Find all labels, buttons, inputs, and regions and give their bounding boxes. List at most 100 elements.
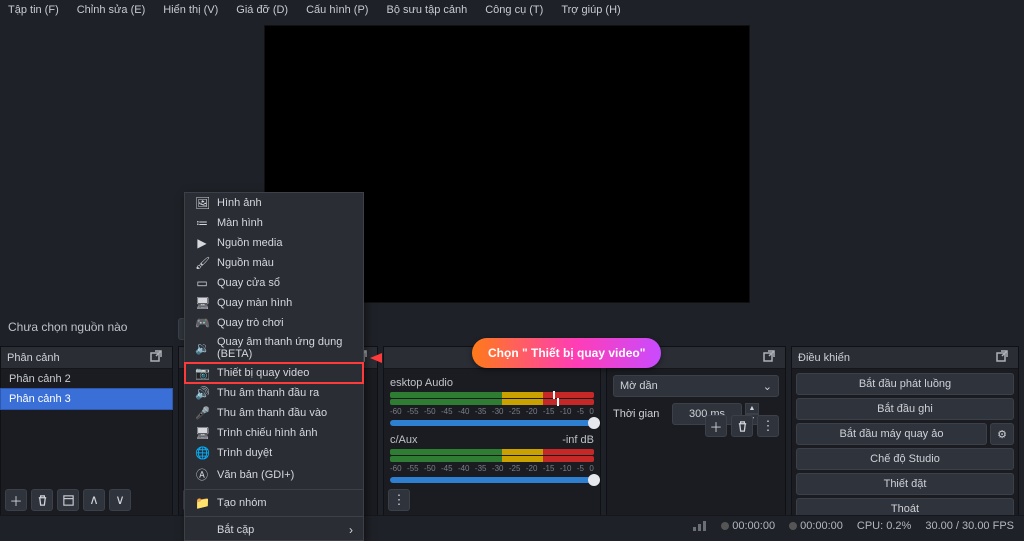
start-recording-button[interactable]: Bắt đầu ghi (796, 398, 1014, 420)
desktop-meter-ticks: -60-55-50-45-40-35-30-25-20-15-10-50 (390, 407, 594, 416)
list-icon: ≔ (195, 216, 209, 230)
scene-filters-button[interactable] (57, 489, 79, 511)
cm-image-slideshow[interactable]: 🖥Trình chiếu hình ảnh (185, 423, 363, 443)
controls-dock: Điều khiển Bắt đầu phát luồng Bắt đầu gh… (791, 346, 1019, 516)
menubar: Tập tin (F) Chỉnh sửa (E) Hiển thị (V) G… (0, 0, 1024, 20)
gear-icon (997, 428, 1007, 441)
mic-aux-meter (390, 456, 594, 462)
menu-docks[interactable]: Giá đỡ (D) (236, 4, 288, 16)
cm-image[interactable]: 🖼Hình ảnh (185, 193, 363, 213)
folder-icon: 📁 (195, 496, 209, 510)
scenes-title: Phân cảnh (7, 352, 60, 364)
fps-display: 30.00 / 30.00 FPS (925, 520, 1014, 532)
controls-header: Điều khiển (792, 347, 1018, 369)
mic-aux-db: -inf dB (562, 434, 594, 446)
scenes-header: Phân cảnh (1, 347, 172, 369)
cm-game-capture[interactable]: 🎮Quay trò chơi (185, 313, 363, 333)
scene-item[interactable]: Phân cảnh 3 (1, 389, 172, 409)
cm-video-capture-device[interactable]: 📷Thiết bị quay video (185, 363, 363, 383)
annotation-arrow (370, 350, 470, 360)
stream-status: 00:00:00 (721, 520, 775, 532)
popout-icon[interactable] (996, 350, 1008, 365)
cm-deprecated-submenu[interactable]: Bắt cặp (185, 520, 363, 540)
cm-browser[interactable]: 🌐Trình duyệt (185, 443, 363, 463)
status-bar: 00:00:00 00:00:00 CPU: 0.2% 30.00 / 30.0… (0, 515, 1024, 535)
menu-tools[interactable]: Công cụ (T) (485, 4, 543, 16)
mic-aux-volume-slider[interactable] (390, 477, 594, 483)
scenes-toolbar: ＋ ∧ ∨ (5, 489, 131, 511)
settings-button[interactable]: Thiết đặt (796, 473, 1014, 495)
play-icon: ▶ (195, 236, 209, 250)
transition-select[interactable]: Mờ dần ⌄ (613, 375, 779, 397)
remove-transition-button[interactable] (731, 415, 753, 437)
cm-audio-output-capture[interactable]: 🔊Thu âm thanh đầu ra (185, 383, 363, 403)
cm-audio-input-capture[interactable]: 🎤Thu âm thanh đầu vào (185, 403, 363, 423)
chevron-down-icon: ⌄ (763, 380, 772, 393)
menu-view[interactable]: Hiển thị (V) (163, 4, 218, 16)
cpu-usage: CPU: 0.2% (857, 520, 911, 532)
menu-scene-collection[interactable]: Bộ sưu tập cảnh (386, 4, 467, 16)
scene-transitions-dock: Mờ dần ⌄ Thời gian 300 ms ▲ ▼ ＋ ⋮ (606, 346, 786, 516)
virtual-cam-settings-button[interactable] (990, 423, 1014, 445)
cm-group[interactable]: 📁Tạo nhóm (185, 493, 363, 513)
cm-media-source[interactable]: ▶Nguồn media (185, 233, 363, 253)
network-icon (693, 520, 707, 534)
mic-aux-label: c/Aux (390, 434, 418, 446)
add-scene-button[interactable]: ＋ (5, 489, 27, 511)
start-virtual-cam-button[interactable]: Bắt đầu máy quay ảo (796, 423, 987, 445)
camera-icon: 📷 (195, 366, 209, 380)
start-streaming-button[interactable]: Bắt đầu phát luồng (796, 373, 1014, 395)
audio-mixer-dock: esktop Audio -60-55-50-45-40-35-30-25-20… (383, 346, 601, 516)
desktop-audio-meter (390, 392, 594, 398)
annotation-bubble: Chọn " Thiết bị quay video" (472, 338, 661, 368)
spin-up-icon[interactable]: ▲ (745, 403, 759, 414)
add-transition-button[interactable]: ＋ (705, 415, 727, 437)
controls-title: Điều khiển (798, 352, 850, 364)
cm-divider (185, 489, 363, 490)
globe-icon: 🌐 (195, 446, 209, 460)
mixer-menu-button[interactable]: ⋮ (388, 489, 410, 511)
cm-display[interactable]: ≔Màn hình (185, 213, 363, 233)
gamepad-icon: 🎮 (195, 316, 209, 330)
studio-mode-button[interactable]: Chế độ Studio (796, 448, 1014, 470)
desktop-audio-meter (390, 399, 594, 405)
text-icon: Ⓐ (195, 466, 209, 483)
stream-dot-icon (721, 522, 729, 530)
speaker-out-icon: 🔊 (195, 386, 209, 400)
no-source-text: Chưa chọn nguồn nào (8, 320, 173, 334)
scenes-list: Phân cảnh 2 Phân cảnh 3 (1, 369, 172, 409)
scene-move-up-button[interactable]: ∧ (83, 489, 105, 511)
record-status: 00:00:00 (789, 520, 843, 532)
cm-window-capture[interactable]: ▭Quay cửa sổ (185, 273, 363, 293)
duration-label: Thời gian (613, 408, 668, 420)
mic-aux-meter (390, 449, 594, 455)
mic-meter-ticks: -60-55-50-45-40-35-30-25-20-15-10-50 (390, 464, 594, 473)
desktop-audio-label: esktop Audio (390, 377, 453, 389)
menu-file[interactable]: Tập tin (F) (8, 4, 59, 16)
menu-help[interactable]: Trợ giúp (H) (561, 4, 620, 16)
image-icon: 🖼 (195, 196, 209, 210)
remove-scene-button[interactable] (31, 489, 53, 511)
speaker-icon: 🔉 (195, 341, 209, 355)
menu-profile[interactable]: Cấu hình (P) (306, 4, 368, 16)
popout-icon[interactable] (150, 350, 162, 365)
cm-display-capture[interactable]: 🖥Quay màn hình (185, 293, 363, 313)
scene-move-down-button[interactable]: ∨ (109, 489, 131, 511)
brush-icon: 🖌 (195, 256, 209, 270)
microphone-icon: 🎤 (195, 406, 209, 420)
popout-icon[interactable] (763, 350, 775, 365)
transition-menu-button[interactable]: ⋮ (757, 415, 779, 437)
cm-divider (185, 516, 363, 517)
window-icon: ▭ (195, 276, 209, 290)
menu-edit[interactable]: Chỉnh sửa (E) (77, 4, 146, 16)
cm-app-audio-capture[interactable]: 🔉Quay âm thanh ứng dụng (BETA) (185, 333, 363, 363)
record-dot-icon (789, 522, 797, 530)
monitor-icon: 🖥 (195, 296, 209, 310)
slideshow-icon: 🖥 (195, 426, 209, 440)
add-source-context-menu: 🖼Hình ảnh ≔Màn hình ▶Nguồn media 🖌Nguồn … (184, 192, 364, 541)
cm-color-source[interactable]: 🖌Nguồn màu (185, 253, 363, 273)
desktop-audio-volume-slider[interactable] (390, 420, 594, 426)
cm-text-gdi[interactable]: ⒶVăn bản (GDI+) (185, 463, 363, 486)
scene-item[interactable]: Phân cảnh 2 (1, 369, 172, 389)
scenes-dock: Phân cảnh Phân cảnh 2 Phân cảnh 3 ＋ ∧ ∨ (0, 346, 173, 516)
